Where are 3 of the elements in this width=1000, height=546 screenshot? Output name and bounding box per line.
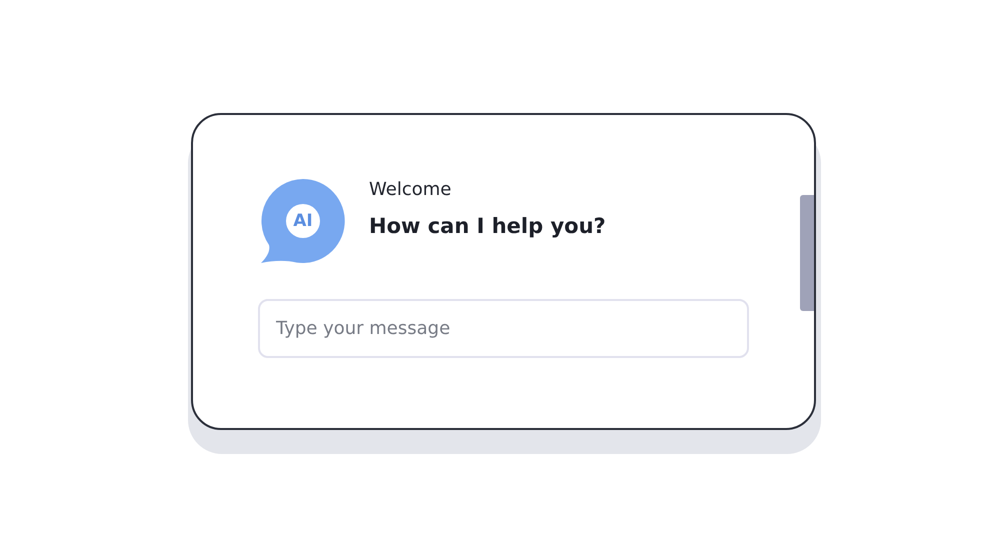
prompt-text: How can I help you? bbox=[369, 214, 606, 238]
greeting-text: Welcome bbox=[369, 179, 452, 200]
message-input-field[interactable]: Type your message bbox=[258, 299, 749, 358]
